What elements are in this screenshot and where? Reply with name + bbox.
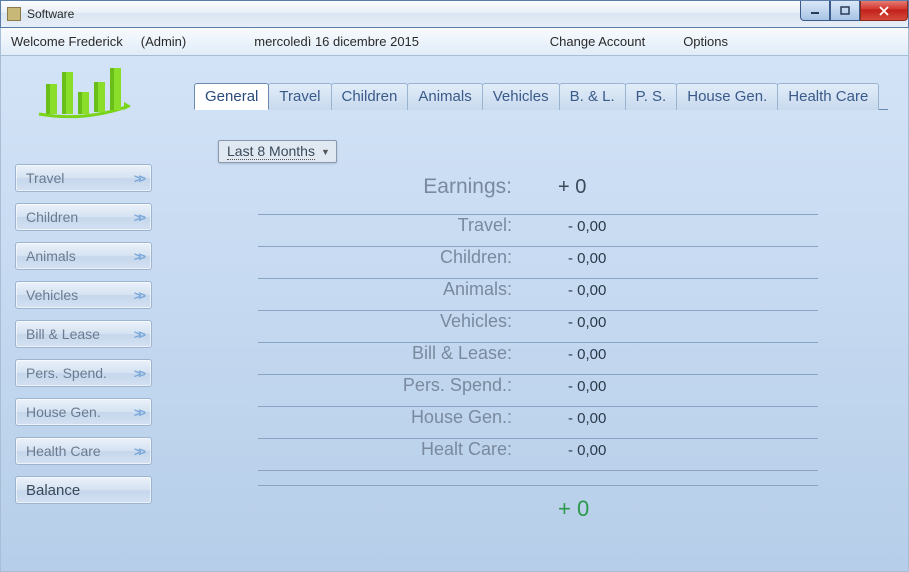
chevron-right-icon: >> (134, 171, 143, 186)
bar-chart-icon (34, 64, 134, 124)
earnings-value: + 0 (518, 176, 818, 199)
chevron-right-icon: >> (134, 327, 143, 342)
minimize-button[interactable] (800, 1, 830, 21)
tab-general[interactable]: General (194, 83, 269, 110)
welcome-text: Welcome Frederick (11, 34, 123, 49)
sidebar-item-label: Children (26, 209, 78, 225)
caret-down-icon: ▼ (321, 147, 330, 157)
sidebar-item-label: House Gen. (26, 404, 101, 420)
sidebar-item-label: Health Care (26, 443, 101, 459)
sidebar-item-house-gen[interactable]: House Gen. >> (15, 398, 152, 426)
options-link[interactable]: Options (683, 34, 728, 49)
maximize-button[interactable] (830, 1, 860, 21)
main-area: Travel >> Children >> Animals >> Vehicles >>… (0, 56, 909, 572)
summary-row: Vehicles:- 0,00 (258, 311, 818, 343)
earnings-label: Earnings: (258, 175, 518, 199)
window-controls (800, 1, 908, 21)
summary-row: Bill & Lease:- 0,00 (258, 343, 818, 375)
period-dropdown[interactable]: Last 8 Months ▼ (218, 140, 337, 163)
sidebar-item-label: Animals (26, 248, 76, 264)
date-text: mercoledì 16 dicembre 2015 (254, 34, 419, 49)
content-area: General Travel Children Animals Vehicles… (166, 56, 908, 571)
summary-row: Healt Care:- 0,00 (258, 439, 818, 471)
total-row: + 0 (258, 485, 818, 522)
maximize-icon (840, 6, 850, 16)
sidebar-item-label: Pers. Spend. (26, 365, 107, 381)
sidebar-item-label: Vehicles (26, 287, 78, 303)
window-title: Software (27, 7, 74, 21)
top-menu-bar: Welcome Frederick (Admin) mercoledì 16 d… (0, 28, 909, 56)
chevron-right-icon: >> (134, 405, 143, 420)
tab-vehicles[interactable]: Vehicles (482, 83, 560, 110)
tab-health-care[interactable]: Health Care (777, 83, 879, 110)
summary-rows: Earnings: + 0 Travel:- 0,00 Children:- 0… (258, 175, 818, 471)
app-icon (7, 7, 21, 21)
summary-row: Children:- 0,00 (258, 247, 818, 279)
sidebar-item-health-care[interactable]: Health Care >> (15, 437, 152, 465)
minimize-icon (810, 6, 820, 16)
sidebar-item-label: Balance (26, 482, 80, 499)
tab-pers-spend[interactable]: P. S. (625, 83, 678, 110)
general-panel: Last 8 Months ▼ Earnings: + 0 Travel:- 0… (194, 110, 888, 522)
sidebar: Travel >> Children >> Animals >> Vehicles >>… (1, 56, 166, 571)
dropdown-selected: Last 8 Months (227, 143, 315, 160)
close-button[interactable] (860, 1, 908, 21)
chevron-right-icon: >> (134, 444, 143, 459)
tab-bar: General Travel Children Animals Vehicles… (194, 82, 888, 110)
tab-animals[interactable]: Animals (407, 83, 482, 110)
chevron-right-icon: >> (134, 249, 143, 264)
summary-row: Animals:- 0,00 (258, 279, 818, 311)
tab-children[interactable]: Children (331, 83, 409, 110)
earnings-row: Earnings: + 0 (258, 175, 818, 215)
sidebar-item-balance[interactable]: Balance (15, 476, 152, 504)
summary-row: Travel:- 0,00 (258, 215, 818, 247)
tab-bill-lease[interactable]: B. & L. (559, 83, 626, 110)
summary-row: House Gen.:- 0,00 (258, 407, 818, 439)
summary-row: Pers. Spend.:- 0,00 (258, 375, 818, 407)
sidebar-item-children[interactable]: Children >> (15, 203, 152, 231)
chevron-right-icon: >> (134, 210, 143, 225)
sidebar-item-label: Bill & Lease (26, 326, 100, 342)
close-icon (878, 6, 890, 16)
chevron-right-icon: >> (134, 288, 143, 303)
sidebar-item-pers-spend[interactable]: Pers. Spend. >> (15, 359, 152, 387)
change-account-link[interactable]: Change Account (550, 34, 645, 49)
sidebar-item-bill-lease[interactable]: Bill & Lease >> (15, 320, 152, 348)
window-titlebar: Software (0, 0, 909, 28)
role-text: (Admin) (141, 34, 187, 49)
sidebar-item-travel[interactable]: Travel >> (15, 164, 152, 192)
sidebar-item-label: Travel (26, 170, 64, 186)
tab-house-gen[interactable]: House Gen. (676, 83, 778, 110)
sidebar-item-animals[interactable]: Animals >> (15, 242, 152, 270)
chevron-right-icon: >> (134, 366, 143, 381)
logo (15, 64, 152, 124)
tab-travel[interactable]: Travel (268, 83, 331, 110)
sidebar-item-vehicles[interactable]: Vehicles >> (15, 281, 152, 309)
total-value: + 0 (518, 496, 818, 522)
